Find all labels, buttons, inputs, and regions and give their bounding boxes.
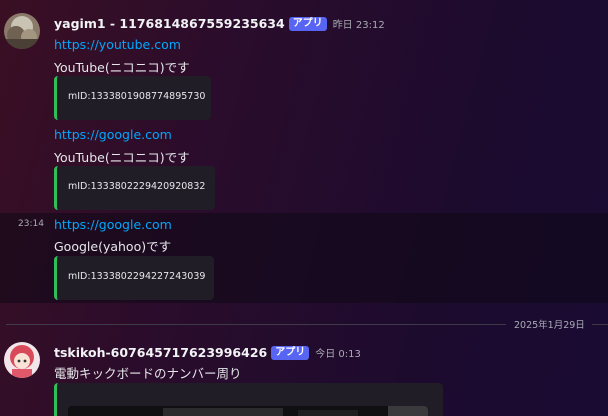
avatar-yagim1[interactable] [4, 13, 40, 49]
embed-text: mID:1333802294227243039 [68, 271, 206, 282]
video-thumbnail[interactable] [68, 406, 428, 416]
message-header: tskikoh-607645717623996426 アプリ 今日 0:13 [54, 345, 361, 360]
date-divider-line [592, 324, 608, 325]
username[interactable]: tskikoh-607645717623996426 [54, 345, 267, 360]
message-text: YouTube(ニコニコ)です [54, 150, 190, 165]
date-divider-line [6, 324, 506, 325]
message-embed: mID:1333802229420920832 [54, 166, 215, 210]
app-badge: アプリ [271, 345, 310, 360]
message-embed: mID:1333802294227243039 [54, 256, 214, 300]
embed-text: mID:1333801908774895730 [68, 91, 206, 102]
message-link[interactable]: https://google.com [54, 217, 172, 232]
app-badge: アプリ [288, 16, 327, 31]
embed-text: mID:1333802229420920832 [68, 181, 206, 192]
message-header: yagim1 - 1176814867559235634 アプリ 昨日 23:1… [54, 16, 385, 31]
message-text: Google(yahoo)です [54, 239, 172, 254]
username[interactable]: yagim1 - 1176814867559235634 [54, 16, 285, 31]
date-divider-label: 2025年1月29日 [514, 320, 585, 331]
message-side-timestamp: 23:14 [18, 219, 44, 229]
message-link[interactable]: https://google.com [54, 127, 172, 142]
message-text: YouTube(ニコニコ)です [54, 60, 190, 75]
message-embed: mID:1333801908774895730 [54, 76, 211, 120]
avatar-tskikoh[interactable] [4, 342, 40, 378]
message-timestamp[interactable]: 昨日 23:12 [333, 16, 385, 31]
message-text: 電動キックボードのナンバー周り [54, 366, 242, 381]
message-link[interactable]: https://youtube.com [54, 37, 181, 52]
message-timestamp[interactable]: 今日 0:13 [315, 345, 361, 360]
